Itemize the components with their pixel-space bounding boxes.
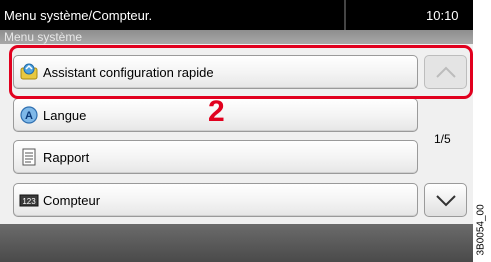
- clock: 10:10: [426, 8, 459, 23]
- svg-text:A: A: [25, 110, 33, 122]
- subheader-title: Menu système: [4, 30, 83, 44]
- page-indicator: 1/5: [434, 132, 451, 146]
- highlight-box: [9, 45, 473, 99]
- device-screen: Menu système/Compteur. 10:10 Menu systèm…: [0, 0, 473, 262]
- scroll-down-button[interactable]: [424, 183, 467, 217]
- figure-code-text: 3B0054_00: [475, 204, 487, 256]
- menu-item-counter[interactable]: 123 Compteur: [13, 183, 418, 217]
- step-number: 2: [208, 95, 225, 128]
- menu-item-label: Rapport: [43, 149, 90, 165]
- screen-title: Menu système/Compteur.: [4, 8, 153, 23]
- report-icon: [19, 147, 39, 167]
- menu-item-label: Langue: [43, 107, 87, 123]
- menu-item-report[interactable]: Rapport: [13, 140, 418, 174]
- subheader: Menu système: [0, 30, 473, 44]
- menu-item-label: Compteur: [43, 192, 101, 208]
- chevron-down-icon: [435, 195, 456, 207]
- bottom-bar: [0, 224, 473, 262]
- title-separator: [344, 0, 346, 30]
- counter-icon: 123: [19, 190, 39, 210]
- counter-icon-glyph: 123: [22, 197, 36, 206]
- figure-code: 3B0054_00: [473, 0, 491, 262]
- title-bar: Menu système/Compteur. 10:10: [0, 0, 473, 30]
- language-icon: A: [19, 105, 39, 125]
